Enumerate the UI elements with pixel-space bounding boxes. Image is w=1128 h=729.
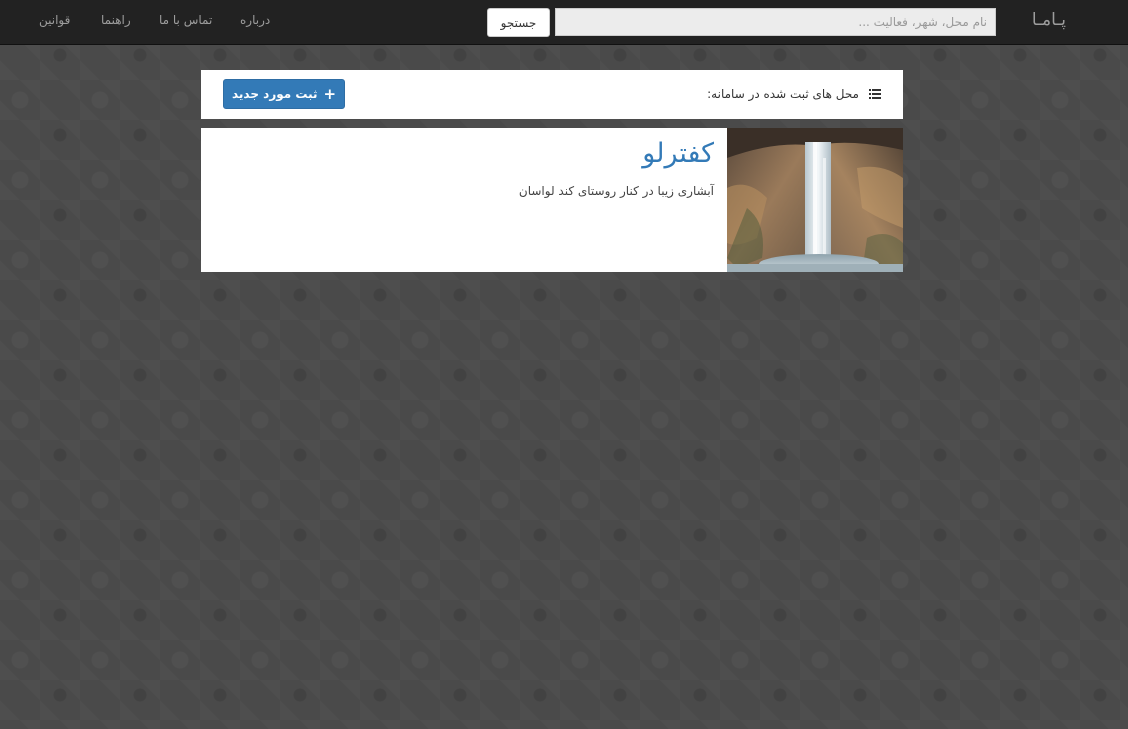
add-new-place-button[interactable]: + ثبت مورد جدید [223, 79, 345, 109]
search-input[interactable] [555, 8, 996, 36]
place-description: آبشاری زیبا در کنار روستای کند لواسان [518, 184, 714, 198]
nav-link-contact[interactable]: تماس با ما [159, 13, 212, 27]
nav-link-about[interactable]: درباره [240, 13, 270, 27]
nav-link-guide[interactable]: راهنما [101, 13, 131, 27]
top-navbar: پـامـا جستجو درباره تماس با ما راهنما قو… [0, 0, 1128, 45]
place-card[interactable]: کفترلو آبشاری زیبا در کنار روستای کند لو… [201, 128, 903, 272]
page-title: محل های ثبت شده در سامانه: [707, 87, 859, 101]
brand-logo[interactable]: پـامـا [1032, 10, 1066, 30]
places-header-panel: محل های ثبت شده در سامانه: + ثبت مورد جد… [201, 70, 903, 119]
place-thumbnail[interactable] [727, 128, 903, 272]
plus-icon: + [323, 84, 337, 103]
place-title[interactable]: کفترلو [642, 138, 714, 169]
nav-link-rules[interactable]: قوانین [39, 13, 70, 27]
list-icon [869, 89, 881, 99]
search-button[interactable]: جستجو [487, 8, 550, 37]
add-button-label: ثبت مورد جدید [231, 87, 318, 101]
waterfall-photo [727, 128, 903, 272]
